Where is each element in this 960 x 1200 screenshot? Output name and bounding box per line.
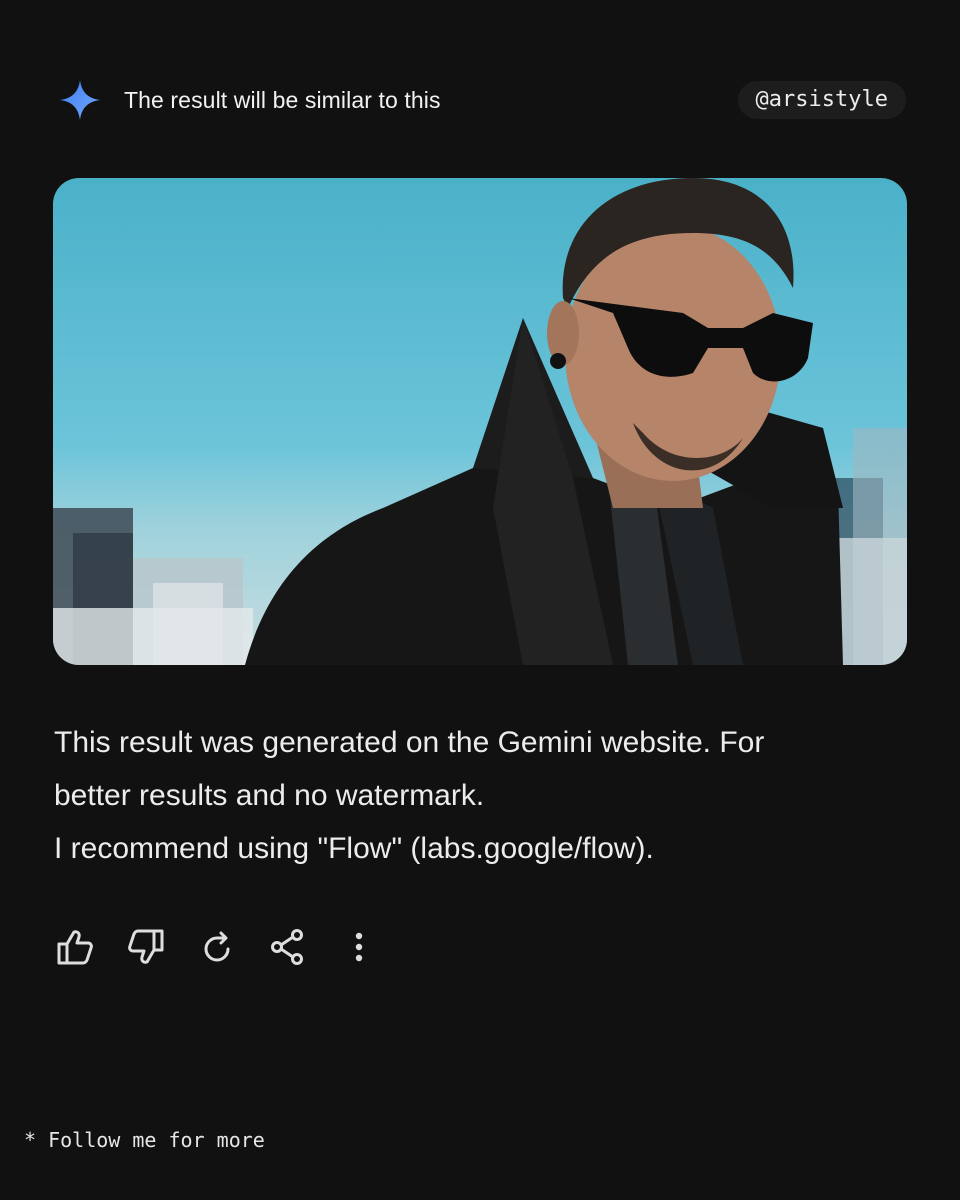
message-line: better results and no watermark. xyxy=(54,779,485,812)
thumbs-down-button[interactable] xyxy=(125,926,167,968)
portrait-photo xyxy=(53,178,907,665)
thumbs-down-icon xyxy=(128,929,164,964)
response-title: The result will be similar to this xyxy=(124,87,441,113)
response-header: The result will be similar to this @arsi… xyxy=(58,78,906,122)
message-line: This result was generated on the Gemini … xyxy=(54,726,765,759)
regenerate-button[interactable] xyxy=(196,926,238,968)
more-options-icon xyxy=(355,932,363,962)
share-button[interactable] xyxy=(267,926,309,968)
gemini-sparkle-icon xyxy=(60,80,100,120)
response-message: This result was generated on the Gemini … xyxy=(54,716,854,875)
message-line: I recommend using "Flow" (labs.google/fl… xyxy=(54,832,654,865)
generated-image[interactable] xyxy=(53,178,907,665)
regenerate-icon xyxy=(204,931,230,962)
response-actions xyxy=(54,926,409,968)
follow-footer: * Follow me for more xyxy=(24,1128,265,1152)
more-options-button[interactable] xyxy=(338,926,380,968)
share-icon xyxy=(271,929,303,965)
thumbs-up-button[interactable] xyxy=(54,926,96,968)
thumbs-up-icon xyxy=(57,930,93,965)
author-handle[interactable]: @arsistyle xyxy=(737,81,906,119)
